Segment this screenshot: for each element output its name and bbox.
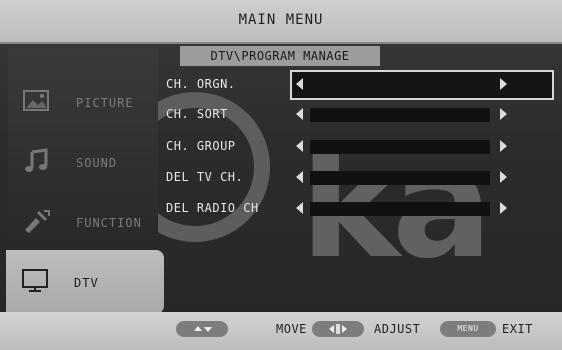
- option-del-tv-ch[interactable]: DEL TV CH.: [162, 167, 552, 191]
- sidebar-item-label: SOUND: [76, 156, 118, 170]
- sidebar-item-function[interactable]: FUNCTION: [8, 194, 158, 250]
- option-label: CH. SORT: [166, 107, 228, 121]
- option-ch-orgn[interactable]: CH. ORGN.: [162, 70, 554, 100]
- adjust-hint-label: ADJUST: [374, 322, 421, 336]
- move-hint-label: MOVE: [276, 322, 307, 336]
- title-bar: MAIN MENU: [0, 0, 562, 44]
- up-down-key-icon: [176, 321, 228, 337]
- option-del-radio-ch[interactable]: DEL RADIO CH: [162, 198, 552, 222]
- arrow-right-icon[interactable]: [500, 171, 507, 183]
- value-bar: [310, 108, 490, 122]
- option-label: CH. ORGN.: [166, 77, 236, 91]
- arrow-left-icon[interactable]: [296, 108, 303, 120]
- left-right-key-icon: [312, 321, 364, 337]
- sidebar-item-label: PICTURE: [76, 96, 134, 110]
- sidebar-item-sound[interactable]: SOUND: [8, 134, 158, 190]
- submenu-title: DTV\PROGRAM MANAGE: [180, 46, 380, 66]
- option-ch-sort[interactable]: CH. SORT: [162, 104, 552, 128]
- footer-hint-bar: MOVE ADJUST MENU EXIT: [0, 312, 562, 350]
- arrow-right-icon[interactable]: [500, 202, 507, 214]
- arrow-right-icon[interactable]: [500, 108, 507, 120]
- arrow-right-icon[interactable]: [500, 140, 507, 152]
- exit-hint-label: EXIT: [502, 322, 533, 336]
- arrow-left-icon[interactable]: [296, 78, 303, 90]
- value-bar: [310, 140, 490, 154]
- arrow-left-icon[interactable]: [296, 140, 303, 152]
- arrow-left-icon[interactable]: [296, 202, 303, 214]
- music-note-icon: [25, 148, 48, 172]
- picture-icon: [23, 90, 49, 111]
- selection-highlight: [290, 70, 554, 100]
- menu-title: MAIN MENU: [238, 12, 324, 28]
- value-bar: [310, 202, 490, 216]
- option-label: CH. GROUP: [166, 139, 236, 153]
- option-label: DEL TV CH.: [166, 170, 244, 184]
- tv-icon: [22, 269, 48, 292]
- value-bar: [310, 171, 490, 185]
- sidebar-item-label: DTV: [74, 276, 99, 290]
- option-ch-group[interactable]: CH. GROUP: [162, 136, 552, 160]
- option-label: DEL RADIO CH: [166, 201, 259, 215]
- sidebar-item-label: FUNCTION: [76, 216, 142, 230]
- sidebar-item-picture[interactable]: PICTURE: [8, 74, 158, 130]
- menu-key-icon: MENU: [440, 321, 496, 337]
- tools-icon: [25, 210, 50, 233]
- sidebar-item-dtv[interactable]: DTV: [6, 250, 164, 314]
- tv-menu-screen: ka MAIN MENU DTV\PROGRAM MANAGE PICTURE …: [0, 0, 562, 350]
- arrow-right-icon[interactable]: [500, 78, 507, 90]
- arrow-left-icon[interactable]: [296, 171, 303, 183]
